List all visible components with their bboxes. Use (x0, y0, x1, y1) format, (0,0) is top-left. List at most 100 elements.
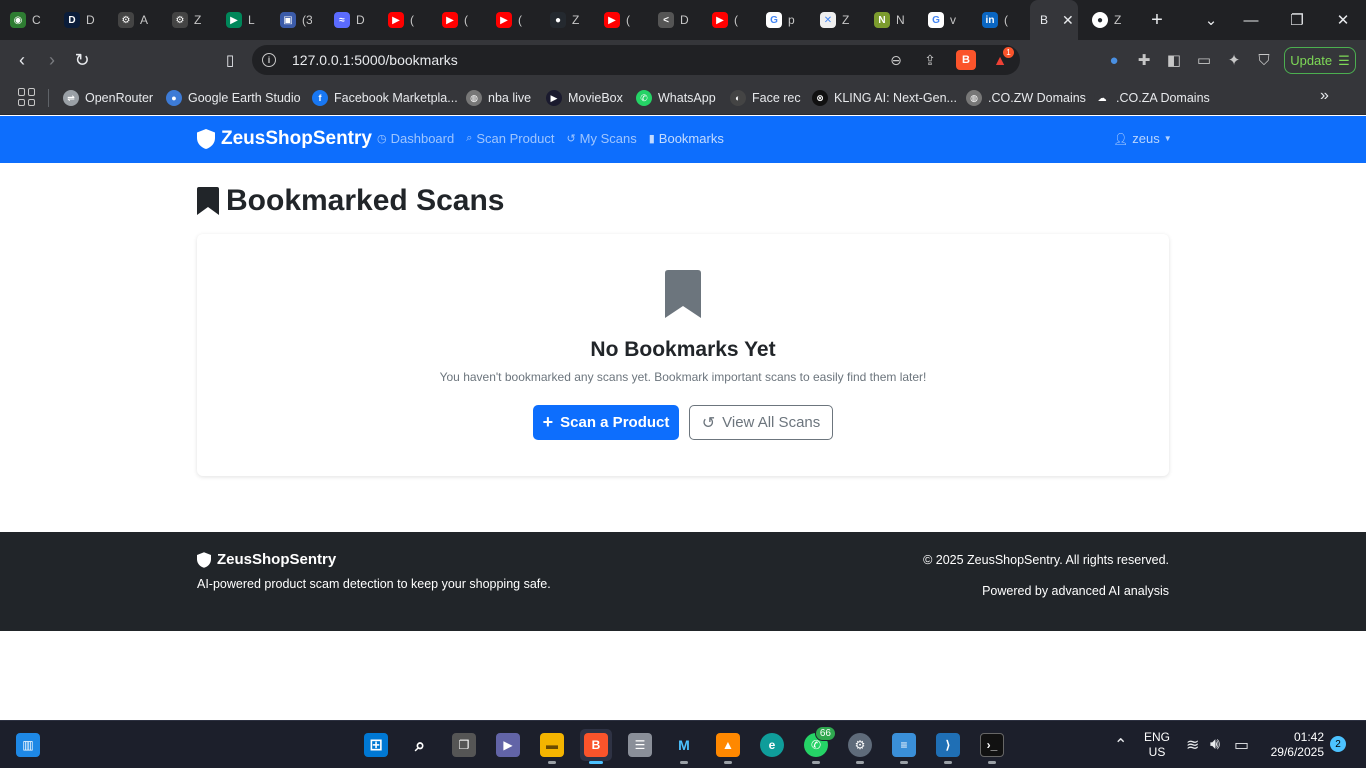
vlc-icon[interactable]: ▲ (712, 729, 744, 764)
forward-icon[interactable]: › (40, 48, 64, 72)
brave-shields-icon[interactable]: B (956, 50, 976, 70)
sidebar-icon[interactable]: ◧ (1164, 50, 1184, 70)
browser-tab[interactable]: ▶ L (216, 0, 270, 40)
brand-name: ZeusShopSentry (221, 128, 372, 149)
browser-tab[interactable]: ✕ Z (810, 0, 864, 40)
bookmark-page-icon[interactable]: ▯ (218, 48, 242, 72)
github-icon: ● (1092, 12, 1108, 28)
page-title-text: Bookmarked Scans (226, 184, 505, 217)
bookmark-item[interactable]: ◍ nba live (466, 87, 531, 109)
brave-rewards-icon[interactable]: ▲ 1 (990, 47, 1014, 70)
site-info-icon[interactable]: i (262, 53, 276, 67)
zoom-icon[interactable]: ⊖ (886, 50, 906, 70)
brand-link[interactable]: ZeusShopSentry (197, 128, 372, 150)
vscode-icon[interactable]: ⟩ (932, 729, 964, 764)
browser-tab[interactable]: ▶( (702, 0, 756, 40)
whatsapp-icon[interactable]: ✆ 66 (800, 726, 836, 764)
brave-browser-icon[interactable]: B (580, 729, 612, 764)
bookmark-item[interactable]: ● Google Earth Studio (166, 87, 301, 109)
close-tab-icon[interactable]: ✕ (1062, 12, 1074, 29)
browser-tab[interactable]: ⚙ Z (162, 0, 216, 40)
browser-tab[interactable]: ▣ (3 (270, 0, 324, 40)
tab-title: N (896, 13, 905, 27)
reload-icon[interactable]: ↻ (70, 48, 94, 72)
username: zeus (1132, 131, 1160, 146)
nav-link-my-scans[interactable]: ↺ My Scans (566, 131, 636, 146)
edge-icon[interactable]: e (756, 729, 788, 761)
share-icon: < (658, 12, 674, 28)
globe-icon: ◍ (466, 90, 482, 106)
browser-tab[interactable]: Gp (756, 0, 810, 40)
battery-icon[interactable]: ▭ (1234, 721, 1249, 768)
wallet-icon[interactable]: ▭ (1194, 50, 1214, 70)
bookmark-item[interactable]: ▶ MovieBox (546, 87, 623, 109)
vpn-shield-icon[interactable]: ⛉ (1254, 50, 1274, 70)
browser-tab[interactable]: DD (54, 0, 108, 40)
bookmark-item[interactable]: ◐ Face rec (730, 87, 801, 109)
nav-link-scan-product[interactable]: ⌕ Scan Product (466, 131, 554, 146)
share-page-icon[interactable]: ⇪ (920, 50, 940, 70)
nav-link-dashboard[interactable]: ◷ Dashboard (377, 131, 454, 146)
browser-tab[interactable]: ◉ C (0, 0, 54, 40)
browser-tab[interactable]: ● Z (540, 0, 594, 40)
close-window-button[interactable]: ✕ (1320, 0, 1366, 40)
search-icon[interactable]: ⌕ (404, 729, 436, 761)
apps-grid-icon[interactable] (18, 88, 36, 106)
restore-button[interactable]: ❐ (1274, 0, 1320, 40)
browser-tab[interactable]: ▶( (432, 0, 486, 40)
browser-tab[interactable]: ▶( (594, 0, 648, 40)
browser-tab[interactable]: Gv (918, 0, 972, 40)
tab-title: A (140, 13, 149, 27)
notification-badge[interactable]: 2 (1330, 736, 1346, 752)
minimize-button[interactable]: — (1228, 0, 1274, 40)
browser-tab[interactable]: ▶( (378, 0, 432, 40)
task-view-icon[interactable]: ❐ (448, 729, 480, 761)
bookmark-item[interactable]: ☁ .CO.ZA Domains (1094, 87, 1210, 109)
github-icon: ● (550, 12, 566, 28)
back-icon[interactable]: ‹ (10, 48, 34, 72)
bookmark-item[interactable]: f Facebook Marketpla... (312, 87, 458, 109)
more-bookmarks-icon[interactable]: » (1320, 87, 1329, 105)
extensions-puzzle-icon[interactable]: ✚ (1134, 50, 1154, 70)
browser-tab[interactable]: in ( (972, 0, 1026, 40)
leo-ai-icon[interactable]: ✦ (1224, 50, 1244, 70)
wifi-icon[interactable]: ≋ (1186, 721, 1199, 768)
nav-link-bookmarks[interactable]: ▮ Bookmarks (649, 131, 724, 146)
settings-icon[interactable]: ⚙ (844, 729, 876, 764)
browser-tab[interactable]: ⚙ A (108, 0, 162, 40)
browser-tab[interactable]: ≈ D (324, 0, 378, 40)
browser-tab[interactable]: NN (864, 0, 918, 40)
user-menu[interactable]: 👤︎ zeus ▼ (1113, 131, 1172, 146)
app-m-icon[interactable]: M (668, 729, 700, 764)
bookmark-item[interactable]: ◍ .CO.ZW Domains (966, 87, 1086, 109)
scan-product-button[interactable]: + Scan a Product (533, 405, 679, 440)
clock[interactable]: 01:42 29/6/2025 (1262, 730, 1324, 760)
update-button[interactable]: Update ☰ (1284, 47, 1356, 74)
extension-drop-icon[interactable]: ● (1104, 50, 1124, 70)
show-hidden-icons-icon[interactable]: ⌃ (1114, 721, 1127, 768)
bookmark-label: nba live (488, 91, 532, 105)
file-explorer-icon[interactable]: ▬ (536, 729, 568, 764)
bookmark-item[interactable]: ⊗ KLING AI: Next-Gen... (812, 87, 957, 109)
browser-tab[interactable]: < D (648, 0, 702, 40)
bookmark-item[interactable]: ✆ WhatsApp (636, 87, 716, 109)
volume-icon[interactable]: 🔊︎ (1210, 721, 1220, 768)
youtube-icon: ▶ (388, 12, 404, 28)
new-tab-button[interactable]: + (1142, 9, 1172, 32)
database-icon[interactable]: ☰ (624, 729, 656, 761)
language-indicator[interactable]: ENG US (1144, 730, 1170, 760)
url-text[interactable]: 127.0.0.1:5000/bookmarks (292, 52, 458, 68)
omnibox[interactable]: i 127.0.0.1:5000/bookmarks ⊖ ⇪ B ▲ 1 (252, 45, 1020, 75)
tab-github[interactable]: ● Z (1082, 0, 1136, 40)
view-all-scans-button[interactable]: ↺ View All Scans (689, 405, 833, 440)
meet-icon[interactable]: ▶ (492, 729, 524, 761)
scan-product-label: Scan a Product (560, 414, 670, 431)
notepad-icon[interactable]: ≡ (888, 729, 920, 764)
widgets-icon[interactable]: ▥ (12, 729, 44, 761)
terminal-icon[interactable]: ›_ (976, 729, 1008, 764)
bookmark-item[interactable]: ⇌ OpenRouter (63, 87, 153, 109)
browser-tab[interactable]: ▶( (486, 0, 540, 40)
tab-active[interactable]: B ✕ (1030, 0, 1078, 40)
start-icon[interactable]: ⊞ (360, 729, 392, 761)
view-all-scans-label: View All Scans (722, 414, 821, 431)
